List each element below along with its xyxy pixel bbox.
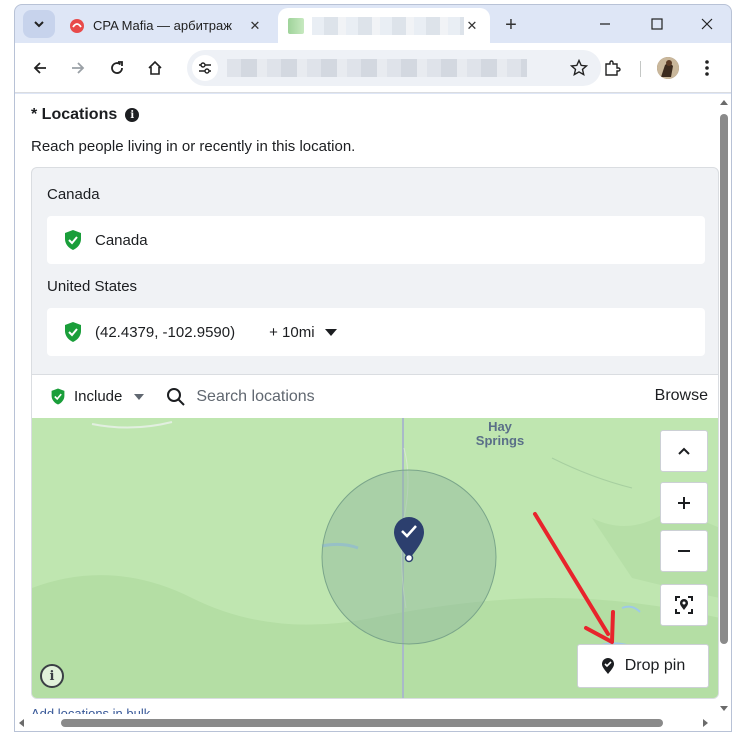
avatar[interactable] <box>657 57 679 79</box>
locations-panel: Canada Canada United States (42.4379, -1… <box>31 167 719 699</box>
arrow-left-icon <box>33 62 46 74</box>
extensions-button[interactable] <box>597 53 627 83</box>
included-check-icon <box>65 322 81 342</box>
group-label-united-states: United States <box>47 278 138 295</box>
maximize-icon <box>651 18 663 30</box>
locations-heading: * Locations i <box>31 106 140 124</box>
browse-button[interactable]: Browse <box>655 387 708 405</box>
reload-icon <box>111 61 123 74</box>
minus-icon <box>678 550 690 552</box>
vertical-scrollbar[interactable] <box>715 94 731 714</box>
drop-pin-label: Drop pin <box>624 657 686 674</box>
info-icon[interactable]: i <box>125 108 140 122</box>
blurred-favicon-icon <box>288 17 304 34</box>
minimize-icon <box>600 23 610 25</box>
location-text: Canada <box>95 231 148 249</box>
close-icon <box>701 18 713 30</box>
scroll-up-icon[interactable] <box>720 100 728 105</box>
scroll-right-icon[interactable] <box>703 719 708 727</box>
puzzle-icon <box>605 60 621 76</box>
radius-dropdown[interactable]: + 10mi <box>269 323 337 341</box>
locations-subtitle: Reach people living in or recently in th… <box>31 138 356 155</box>
group-label-canada: Canada <box>47 186 100 203</box>
include-dropdown[interactable]: Include <box>50 387 145 406</box>
new-tab-button[interactable]: + <box>497 11 525 39</box>
address-bar[interactable] <box>187 50 601 86</box>
locate-icon <box>675 596 693 614</box>
arrow-right-icon <box>72 62 85 74</box>
map-pin-icon <box>601 658 614 674</box>
horizontal-scroll-thumb[interactable] <box>61 719 663 727</box>
plus-icon <box>678 497 690 509</box>
window-close-button[interactable] <box>685 11 729 37</box>
minimize-button[interactable] <box>583 11 627 37</box>
blurred-tab-title <box>312 16 464 35</box>
recenter-button[interactable] <box>660 584 708 626</box>
reload-button[interactable] <box>102 53 132 83</box>
zoom-in-button[interactable] <box>660 482 708 524</box>
more-vert-icon <box>705 60 709 76</box>
location-search-row: Include Browse <box>32 374 718 418</box>
include-label: Include <box>74 388 123 405</box>
scroll-left-icon[interactable] <box>19 719 24 727</box>
back-button[interactable] <box>25 53 55 83</box>
search-input[interactable] <box>196 387 577 406</box>
browser-toolbar <box>15 43 731 93</box>
browser-window: CPA Mafia — арбитраж ✕ ✕ + * Locations i… <box>14 4 732 732</box>
maximize-button[interactable] <box>635 11 679 37</box>
page-title: * Locations <box>31 106 118 123</box>
home-icon <box>148 60 162 75</box>
forward-button[interactable] <box>63 53 93 83</box>
close-icon[interactable]: ✕ <box>464 18 480 34</box>
tune-icon <box>199 62 211 74</box>
chevron-down-icon <box>34 21 44 28</box>
chevron-up-icon <box>678 447 690 455</box>
tab-title: CPA Mafia — арбитраж <box>93 18 232 33</box>
location-item-coordinates[interactable]: (42.4379, -102.9590) + 10mi <box>47 308 705 356</box>
radius-value: + 10mi <box>269 323 315 341</box>
profile-avatar-icon <box>657 57 679 79</box>
location-text: (42.4379, -102.9590) <box>95 323 236 341</box>
location-map[interactable]: Hay Springs Drop pin i <box>32 418 718 698</box>
tab-active[interactable]: ✕ <box>278 8 490 43</box>
drop-pin-button[interactable]: Drop pin <box>577 644 709 688</box>
included-check-icon <box>65 230 81 250</box>
site-info-button[interactable] <box>192 55 218 81</box>
caret-down-icon <box>324 328 337 336</box>
bookmark-button[interactable] <box>567 56 591 80</box>
tab-strip: CPA Mafia — арбитраж ✕ ✕ + <box>15 5 731 43</box>
location-item-canada[interactable]: Canada <box>47 216 705 264</box>
map-collapse-button[interactable] <box>660 430 708 472</box>
map-place-label: Hay Springs <box>475 419 525 448</box>
blurred-url <box>227 59 527 77</box>
cpa-mafia-favicon-icon <box>70 18 84 33</box>
page-content: * Locations i Reach people living in or … <box>15 94 731 731</box>
map-info-icon[interactable]: i <box>40 664 64 688</box>
zoom-out-button[interactable] <box>660 530 708 572</box>
star-icon <box>570 59 588 77</box>
scroll-down-icon[interactable] <box>720 706 728 711</box>
vertical-scroll-thumb[interactable] <box>720 114 728 644</box>
tab-search-button[interactable] <box>23 10 55 38</box>
menu-button[interactable] <box>692 53 722 83</box>
home-button[interactable] <box>140 53 170 83</box>
toolbar-divider <box>640 61 641 77</box>
tab-cpa-mafia[interactable]: CPA Mafia — арбитраж ✕ <box>59 8 273 43</box>
caret-down-icon <box>134 393 145 400</box>
included-check-icon <box>51 388 65 405</box>
search-icon <box>167 387 186 406</box>
horizontal-scrollbar[interactable] <box>15 714 731 731</box>
close-icon[interactable]: ✕ <box>247 18 263 34</box>
